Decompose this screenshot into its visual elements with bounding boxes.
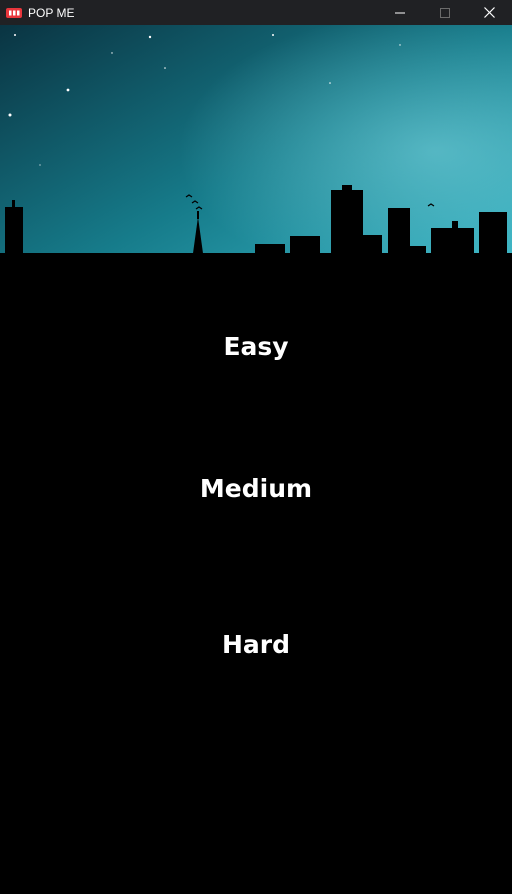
- medium-row: Medium: [0, 472, 512, 505]
- window-title: POP ME: [28, 5, 75, 20]
- easy-button[interactable]: Easy: [211, 330, 300, 363]
- title-bar[interactable]: POP ME: [0, 0, 512, 25]
- hard-button[interactable]: Hard: [210, 628, 302, 661]
- easy-row: Easy: [0, 330, 512, 363]
- close-icon: [484, 7, 495, 18]
- hard-row: Hard: [0, 628, 512, 661]
- maximize-button[interactable]: [422, 0, 467, 25]
- close-button[interactable]: [467, 0, 512, 25]
- minimize-button[interactable]: [377, 0, 422, 25]
- maximize-icon: [439, 7, 450, 18]
- minimize-icon: [394, 12, 405, 13]
- city-skyline-banner: [0, 25, 512, 305]
- app-window: POP ME Easy Medium Hard: [0, 0, 512, 894]
- app-logo-icon: [6, 5, 22, 21]
- medium-button[interactable]: Medium: [188, 472, 324, 505]
